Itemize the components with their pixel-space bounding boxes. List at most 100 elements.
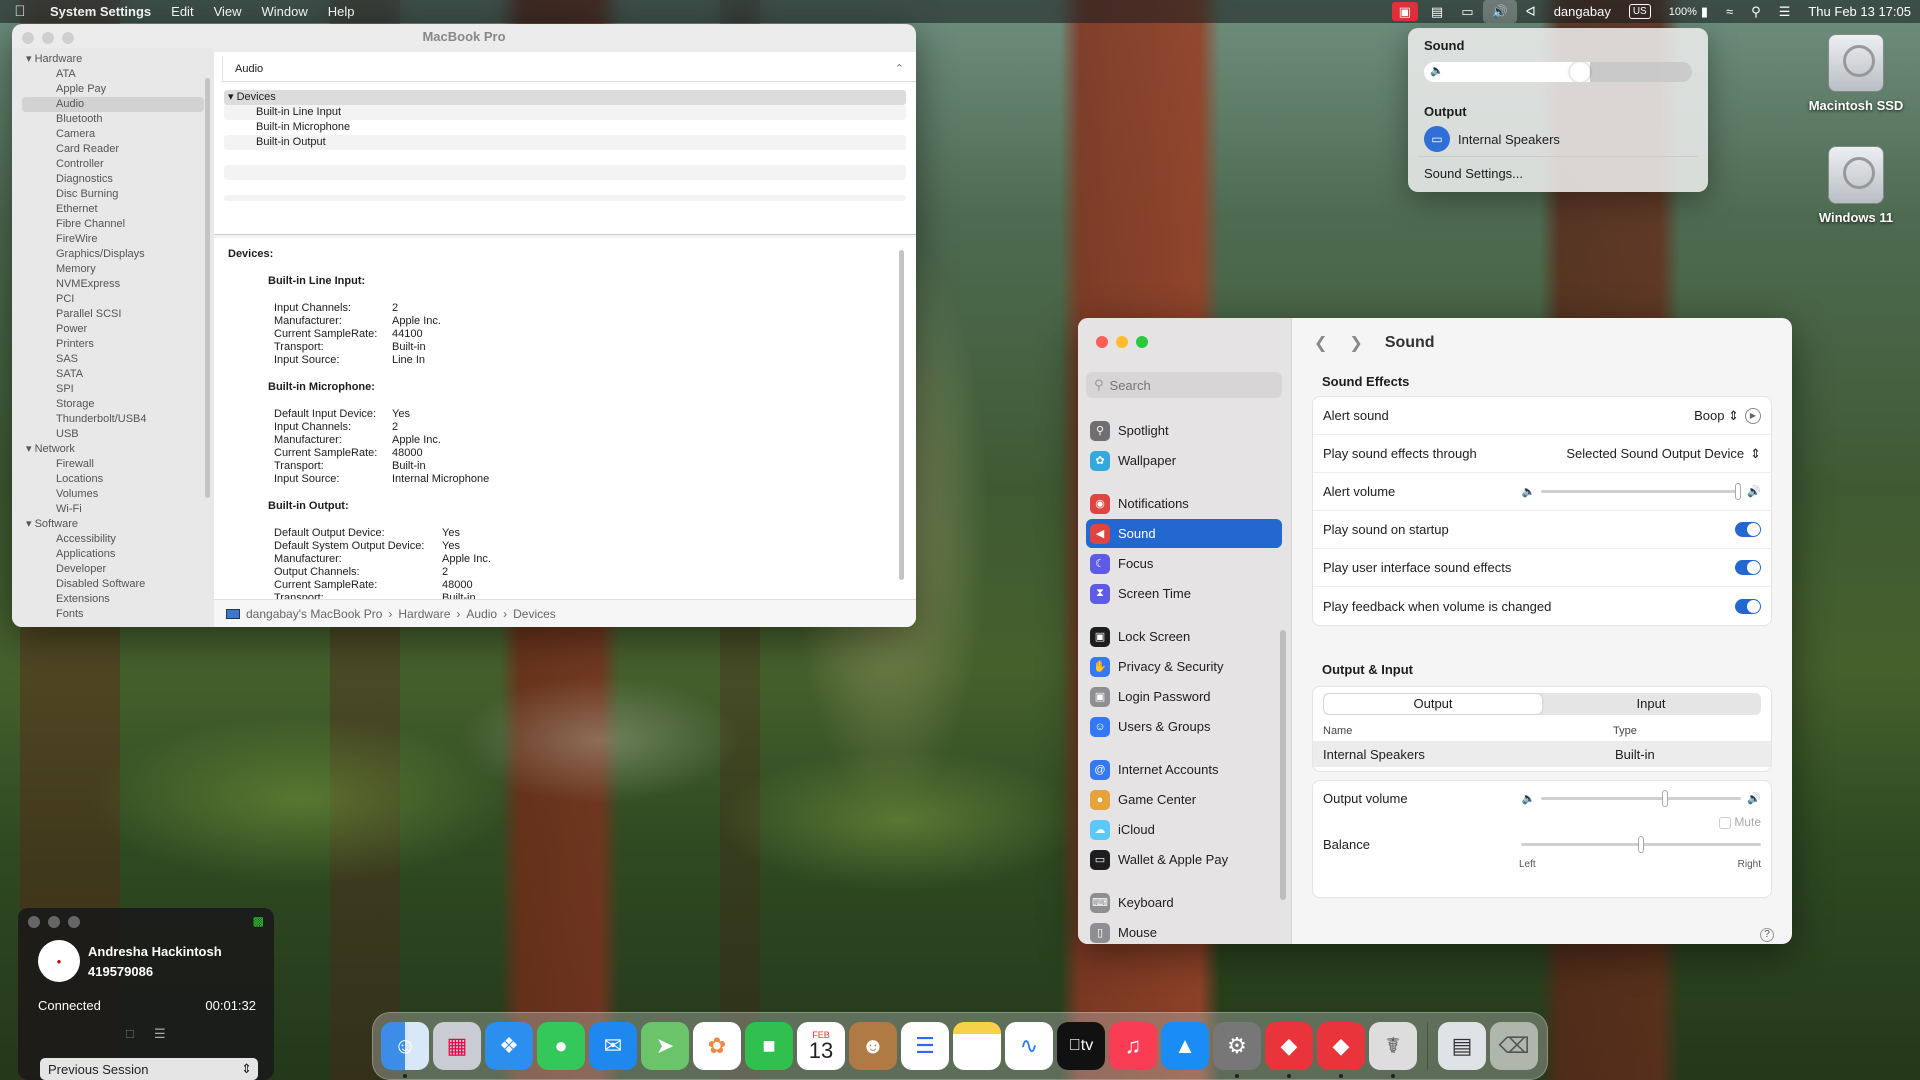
dock-app-store[interactable]: ▲: [1161, 1022, 1209, 1070]
play-icon[interactable]: ▶: [1745, 407, 1761, 424]
dock-calendar[interactable]: FEB 13: [797, 1022, 845, 1070]
zoom-button[interactable]: [1136, 336, 1148, 348]
menu-clock[interactable]: Thu Feb 13 17:05: [1799, 0, 1920, 23]
previous-session-select[interactable]: Previous Session ⇕: [40, 1058, 258, 1080]
close-button[interactable]: [1096, 336, 1108, 348]
sidebar-item-disabled-software[interactable]: Disabled Software: [12, 577, 214, 592]
mute-checkbox[interactable]: [1718, 816, 1731, 829]
path-item[interactable]: Audio: [466, 607, 497, 621]
sidebar-item-focus[interactable]: ☾ Focus: [1086, 549, 1282, 578]
sidebar-item-users-groups[interactable]: ☺ Users & Groups: [1086, 712, 1282, 741]
sidebar-item-fonts[interactable]: Fonts: [12, 607, 214, 622]
sidebar-item-notifications[interactable]: ◉ Notifications: [1086, 489, 1282, 518]
dock-mail[interactable]: ✉: [589, 1022, 637, 1070]
activity-monitor-icon[interactable]: ▤: [1422, 0, 1452, 23]
sidebar-item-audio[interactable]: Audio: [22, 97, 204, 112]
volume-menu-icon[interactable]: 🔊: [1482, 0, 1517, 23]
sidebar-item-usb[interactable]: USB: [12, 427, 214, 442]
bluetooth-icon[interactable]: ᐊ: [1517, 0, 1545, 23]
sidebar-item-wi-fi[interactable]: Wi-Fi: [12, 502, 214, 517]
path-item[interactable]: Devices: [513, 607, 556, 621]
play-through-select[interactable]: Selected Sound Output Device ⇕: [1566, 446, 1761, 462]
tab-input[interactable]: Input: [1542, 694, 1760, 714]
sidebar-item-parallel-scsi[interactable]: Parallel SCSI: [12, 307, 214, 322]
sidebar-item-wallet-apple-pay[interactable]: ▭ Wallet & Apple Pay: [1086, 845, 1282, 874]
dock-anydesk[interactable]: ◆: [1265, 1022, 1313, 1078]
sidebar-item-firewall[interactable]: Firewall: [12, 457, 214, 472]
dock-apple-tv[interactable]: tv: [1057, 1022, 1105, 1070]
sidebar-item-controller[interactable]: Controller: [12, 157, 214, 172]
sidebar-group-hardware[interactable]: ▾ Hardware: [12, 52, 214, 67]
dock-trash[interactable]: ⌫: [1490, 1022, 1538, 1070]
sound-settings-link[interactable]: Sound Settings...: [1424, 166, 1523, 181]
column-header[interactable]: Audio ⌃: [222, 56, 916, 82]
sidebar-item-disc-burning[interactable]: Disc Burning: [12, 187, 214, 202]
output-volume-slider[interactable]: [1541, 789, 1742, 807]
alert-sound-select[interactable]: Boop ⇕: [1694, 408, 1739, 424]
file-transfer-icon[interactable]: □: [126, 1026, 134, 1041]
slider-thumb[interactable]: [1638, 835, 1644, 853]
menu-view[interactable]: View: [204, 4, 252, 19]
menu-app-name[interactable]: System Settings: [40, 4, 161, 19]
menu-edit[interactable]: Edit: [161, 4, 203, 19]
sidebar-item-printers[interactable]: Printers: [12, 337, 214, 352]
sidebar-item-apple-pay[interactable]: Apple Pay: [12, 82, 214, 97]
desktop-drive-macintosh-ssd[interactable]: Macintosh SSD: [1796, 34, 1916, 113]
tab-output[interactable]: Output: [1324, 694, 1542, 714]
slider-thumb[interactable]: [1661, 789, 1668, 807]
tree-group-devices[interactable]: ▾ Devices: [224, 90, 906, 105]
chat-icon[interactable]: ▩: [253, 914, 264, 928]
sidebar-item-storage[interactable]: Storage: [12, 397, 214, 412]
sidebar-item-spotlight[interactable]: ⚲ Spotlight: [1086, 416, 1282, 445]
zoom-button[interactable]: [68, 916, 80, 928]
forward-chevron-icon[interactable]: ❯: [1349, 333, 1362, 353]
dock-facetime[interactable]: ■: [745, 1022, 793, 1070]
feedback-toggle[interactable]: [1735, 598, 1761, 614]
dock-anydesk-remote[interactable]: ◆: [1317, 1022, 1365, 1078]
dock-maps[interactable]: ➤: [641, 1022, 689, 1070]
desktop-drive-windows-11[interactable]: Windows 11: [1796, 146, 1916, 225]
balance-slider[interactable]: [1521, 835, 1761, 853]
dock-freeform[interactable]: ∿: [1005, 1022, 1053, 1070]
wifi-icon[interactable]: ≈: [1717, 0, 1742, 23]
dock-messages[interactable]: ●: [537, 1022, 585, 1070]
path-item[interactable]: Hardware: [398, 607, 450, 621]
startup-sound-toggle[interactable]: [1735, 522, 1761, 537]
spotlight-search-icon[interactable]: ⚲: [1742, 0, 1770, 23]
ui-sounds-toggle[interactable]: [1735, 560, 1761, 575]
sidebar-group-software[interactable]: ▾ Software: [12, 517, 214, 532]
dock-music[interactable]: ♫: [1109, 1022, 1157, 1070]
slider-thumb[interactable]: [1735, 483, 1742, 500]
alert-volume-slider[interactable]: [1541, 483, 1742, 500]
help-icon[interactable]: ?: [1760, 928, 1774, 942]
sidebar-item-accessibility[interactable]: Accessibility: [12, 532, 214, 547]
sidebar-item-fibre-channel[interactable]: Fibre Channel: [12, 217, 214, 232]
sidebar-item-bluetooth[interactable]: Bluetooth: [12, 112, 214, 127]
sidebar-group-network[interactable]: ▾ Network: [12, 442, 214, 457]
sidebar-item-wallpaper[interactable]: ✿ Wallpaper: [1086, 446, 1282, 475]
sidebar-item-icloud[interactable]: ☁ iCloud: [1086, 815, 1282, 844]
sidebar-item-graphics-displays[interactable]: Graphics/Displays: [12, 247, 214, 262]
sidebar-item-locations[interactable]: Locations: [12, 472, 214, 487]
sidebar-item-privacy-security[interactable]: ✋ Privacy & Security: [1086, 652, 1282, 681]
dock-launchpad[interactable]: ▦: [433, 1022, 481, 1070]
dock-notes[interactable]: [953, 1022, 1001, 1070]
back-chevron-icon[interactable]: ❮: [1314, 333, 1327, 353]
minimize-button[interactable]: [1116, 336, 1128, 348]
tree-item[interactable]: Built-in Line Input: [224, 105, 906, 120]
anydesk-status-icon[interactable]: ▣: [1391, 2, 1418, 21]
sidebar-item-sas[interactable]: SAS: [12, 352, 214, 367]
tree-item[interactable]: Built-in Output: [224, 135, 906, 150]
volume-slider[interactable]: 🔈: [1424, 62, 1692, 82]
sidebar-item-lock-screen[interactable]: ▣ Lock Screen: [1086, 622, 1282, 651]
input-source-menu[interactable]: US: [1620, 0, 1660, 23]
split-divider[interactable]: [214, 234, 916, 238]
dock-contacts[interactable]: ☻: [849, 1022, 897, 1070]
sidebar-item-game-center[interactable]: ● Game Center: [1086, 785, 1282, 814]
sidebar-item-firewire[interactable]: FireWire: [12, 232, 214, 247]
dock-disk-utility[interactable]: ☤: [1369, 1022, 1417, 1078]
sidebar-item-applications[interactable]: Applications: [12, 547, 214, 562]
sidebar-item-diagnostics[interactable]: Diagnostics: [12, 172, 214, 187]
battery-menu[interactable]: 100% ▮: [1660, 0, 1717, 23]
dock-safari[interactable]: ❖: [485, 1022, 533, 1070]
